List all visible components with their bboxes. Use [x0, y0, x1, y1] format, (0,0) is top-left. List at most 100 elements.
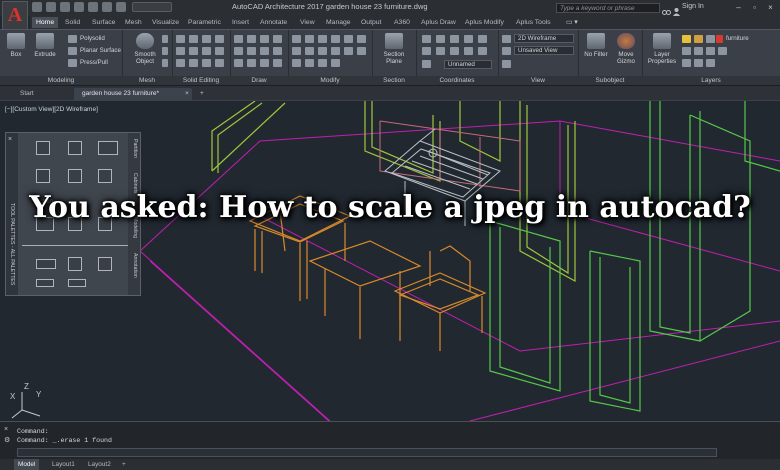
- smooth-object-button[interactable]: Smooth Object: [129, 33, 161, 65]
- cabinet-tool-icon[interactable]: [36, 141, 50, 155]
- tab-garden-house[interactable]: garden house 23 furniture*: [74, 88, 192, 100]
- mesh-panel-title[interactable]: Mesh: [122, 76, 172, 85]
- ucs-3point-icon[interactable]: [478, 35, 487, 43]
- polyline-icon[interactable]: [247, 35, 256, 43]
- tab-start[interactable]: Start: [12, 88, 42, 100]
- command-close-icon[interactable]: ×: [4, 426, 8, 433]
- modeling-panel-title[interactable]: Modeling: [0, 76, 122, 85]
- polysolid-button[interactable]: Polysolid: [80, 35, 105, 42]
- saved-view-dropdown[interactable]: Unsaved View: [514, 46, 574, 55]
- layers-panel-title[interactable]: Layers: [642, 76, 780, 85]
- box-button[interactable]: Box: [4, 33, 28, 58]
- polygon-icon[interactable]: [247, 47, 256, 55]
- ucs-previous-icon[interactable]: [422, 60, 431, 68]
- tab-parametric[interactable]: Parametric: [188, 17, 221, 28]
- viewport-controls-label[interactable]: [−][Custom View][2D Wireframe]: [5, 106, 98, 113]
- restore-icon[interactable]: ▫: [750, 3, 759, 12]
- chair-tool-icon[interactable]: [68, 257, 82, 271]
- side-tab-annotation[interactable]: Annotation: [132, 253, 138, 278]
- mesh-tool-icon[interactable]: [162, 35, 168, 43]
- layer-tool-icon[interactable]: [706, 59, 715, 67]
- modify-panel-title[interactable]: Modify: [288, 76, 372, 85]
- application-menu-button[interactable]: A: [2, 1, 28, 31]
- arc-icon[interactable]: [273, 35, 282, 43]
- tab-close-icon[interactable]: ×: [183, 88, 191, 100]
- lightbulb-icon[interactable]: [682, 35, 691, 43]
- tab-manage[interactable]: Manage: [326, 17, 351, 28]
- tab-view[interactable]: View: [300, 17, 315, 28]
- imprint-icon[interactable]: [189, 59, 198, 67]
- print-icon[interactable]: [88, 2, 98, 12]
- tab-aplus-modify[interactable]: Aplus Modify: [465, 17, 504, 28]
- sign-in-link[interactable]: Sign In: [682, 3, 704, 10]
- array-icon[interactable]: [318, 47, 327, 55]
- binoculars-icon[interactable]: [662, 3, 671, 15]
- intersect-icon[interactable]: [202, 35, 211, 43]
- ucs-object-icon[interactable]: [436, 47, 445, 55]
- command-settings-icon[interactable]: ⚙: [4, 436, 10, 444]
- ucs-view-icon[interactable]: [422, 47, 431, 55]
- table-tool-icon[interactable]: [36, 279, 54, 287]
- boundary-icon[interactable]: [260, 59, 269, 67]
- tab-annotate[interactable]: Annotate: [260, 17, 287, 28]
- cabinet-tool-icon[interactable]: [68, 141, 82, 155]
- cabinet-tool-icon[interactable]: [68, 169, 82, 183]
- table-tool-icon[interactable]: [68, 279, 86, 287]
- solid-editing-panel-title[interactable]: Solid Editing: [172, 76, 230, 85]
- presspull-button[interactable]: Press/Pull: [80, 59, 108, 66]
- stretch-icon[interactable]: [344, 35, 353, 43]
- region-icon[interactable]: [247, 59, 256, 67]
- open-file-icon[interactable]: [46, 2, 56, 12]
- current-layer-dropdown[interactable]: furniture: [726, 35, 749, 42]
- 3d-mirror-icon[interactable]: [331, 59, 340, 67]
- offset-edge-icon[interactable]: [202, 59, 211, 67]
- new-tab-icon[interactable]: +: [196, 88, 208, 100]
- separate-icon[interactable]: [215, 47, 224, 55]
- side-tab-partition[interactable]: Partition: [132, 139, 138, 158]
- sun-icon[interactable]: [694, 35, 703, 43]
- tab-home[interactable]: Home: [32, 17, 59, 28]
- tab-layout1[interactable]: Layout1: [48, 459, 79, 470]
- cabinet-tool-icon[interactable]: [98, 169, 112, 183]
- mirror-icon[interactable]: [331, 35, 340, 43]
- shell-icon[interactable]: [202, 47, 211, 55]
- no-filter-button[interactable]: No Filter: [581, 33, 611, 58]
- cabinet-tool-icon[interactable]: [36, 169, 50, 183]
- named-ucs-dropdown[interactable]: Unnamed: [444, 60, 492, 69]
- mesh-tool-icon[interactable]: [162, 59, 168, 67]
- fillet-icon[interactable]: [305, 47, 314, 55]
- tab-layout2[interactable]: Layout2: [84, 459, 115, 470]
- visual-style-dropdown[interactable]: 2D Wireframe: [514, 34, 574, 43]
- tab-aplus-tools[interactable]: Aplus Tools: [516, 17, 551, 28]
- new-file-icon[interactable]: [32, 2, 42, 12]
- coordinates-panel-title[interactable]: Coordinates: [416, 76, 498, 85]
- copy-icon[interactable]: [318, 35, 327, 43]
- tab-aplus-draw[interactable]: Aplus Draw: [421, 17, 456, 28]
- palette-close-icon[interactable]: ×: [8, 136, 12, 143]
- layer-tool-icon[interactable]: [682, 47, 691, 55]
- move-icon[interactable]: [292, 35, 301, 43]
- layer-tool-icon[interactable]: [706, 47, 715, 55]
- command-input[interactable]: [17, 448, 717, 457]
- mesh-tool-icon[interactable]: [162, 47, 168, 55]
- tab-surface[interactable]: Surface: [92, 17, 115, 28]
- view-panel-title[interactable]: View: [498, 76, 578, 85]
- layer-tool-icon[interactable]: [694, 59, 703, 67]
- sink-tool-icon[interactable]: [98, 141, 118, 155]
- ellipse-icon[interactable]: [273, 47, 282, 55]
- extrude-button[interactable]: Extrude: [33, 33, 57, 58]
- rotate-icon[interactable]: [305, 35, 314, 43]
- tab-solid[interactable]: Solid: [65, 17, 80, 28]
- ucs-y-icon[interactable]: [478, 47, 487, 55]
- search-input[interactable]: Type a keyword or phrase: [556, 3, 660, 13]
- draw-panel-title[interactable]: Draw: [230, 76, 288, 85]
- ucs-zaxis-icon[interactable]: [464, 35, 473, 43]
- minimize-icon[interactable]: –: [734, 3, 743, 12]
- layer-tool-icon[interactable]: [694, 47, 703, 55]
- save-as-icon[interactable]: [74, 2, 84, 12]
- union-icon[interactable]: [176, 35, 185, 43]
- circle-icon[interactable]: [260, 35, 269, 43]
- tab-model[interactable]: Model: [14, 459, 40, 470]
- ucs-origin-icon[interactable]: [450, 35, 459, 43]
- line-icon[interactable]: [234, 35, 243, 43]
